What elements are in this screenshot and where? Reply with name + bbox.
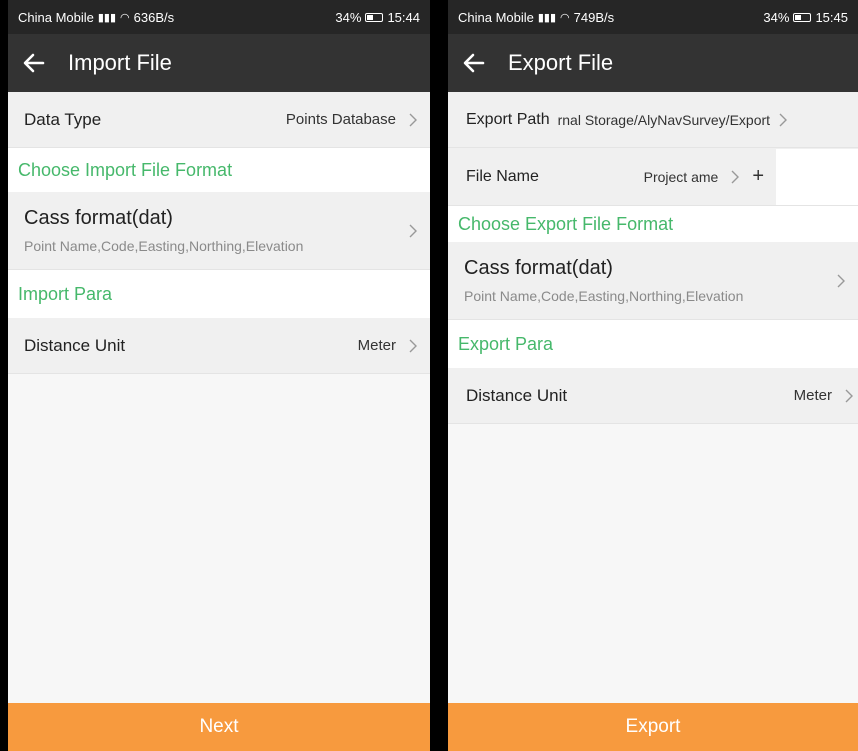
status-bar: China Mobile ▮▮▮ ◠ 636B/s 34% 15:44 (8, 0, 430, 34)
status-bar: China Mobile ▮▮▮ ◠ 749B/s 34% 15:45 (448, 0, 858, 34)
network-speed: 749B/s (573, 9, 615, 25)
format-fields: Point Name,Code,Easting,Northing,Elevati… (464, 288, 744, 304)
app-bar: Export File (448, 34, 858, 92)
export-screen: China Mobile ▮▮▮ ◠ 749B/s 34% 15:45 Expo… (448, 0, 858, 751)
clock: 15:45 (815, 9, 848, 25)
carrier-text: China Mobile (18, 9, 94, 25)
format-name: Cass format(dat) (24, 207, 173, 229)
format-section-header: Choose Import File Format (8, 148, 430, 192)
format-section-header: Choose Export File Format (448, 206, 858, 242)
distance-unit-label: Distance Unit (24, 335, 126, 355)
app-bar: Import File (8, 34, 430, 92)
chevron-right-icon (409, 339, 417, 352)
add-name-part-button[interactable]: + (752, 165, 764, 188)
distance-unit-row[interactable]: Distance Unit Meter (448, 368, 858, 424)
network-speed: 636B/s (133, 9, 175, 25)
carrier-text: China Mobile (458, 9, 534, 25)
format-fields: Point Name,Code,Easting,Northing,Elevati… (24, 238, 304, 254)
battery-percent: 34% (763, 9, 790, 25)
page-title: Import File (68, 50, 172, 75)
file-name-row: File Name Project ame + (448, 148, 858, 206)
signal-icon: ▮▮▮ (97, 11, 117, 24)
battery-icon (365, 12, 384, 22)
next-button[interactable]: Next (8, 703, 430, 751)
battery-icon (793, 12, 812, 22)
file-name-template[interactable]: Project ame (644, 169, 719, 185)
chevron-right-icon (845, 389, 853, 402)
back-arrow-icon[interactable] (462, 51, 486, 75)
wifi-icon: ◠ (560, 11, 570, 24)
format-row[interactable]: Cass format(dat) Point Name,Code,Easting… (448, 242, 858, 320)
export-button[interactable]: Export (448, 703, 858, 751)
chevron-right-icon (409, 113, 417, 126)
chevron-right-icon (837, 274, 845, 287)
file-name-input[interactable] (776, 148, 858, 205)
battery-percent: 34% (335, 9, 362, 25)
data-type-row[interactable]: Data Type Points Database (8, 92, 430, 148)
distance-unit-row[interactable]: Distance Unit Meter (8, 318, 430, 374)
format-row[interactable]: Cass format(dat) Point Name,Code,Easting… (8, 192, 430, 270)
data-type-value: Points Database (285, 111, 396, 128)
wifi-icon: ◠ (120, 11, 130, 24)
page-title: Export File (508, 50, 614, 75)
chevron-right-icon (779, 113, 788, 126)
clock: 15:44 (387, 9, 420, 25)
distance-unit-value: Meter (793, 387, 832, 404)
export-path-label: Export Path (466, 110, 550, 128)
distance-unit-label: Distance Unit (466, 385, 568, 405)
para-section-header: Import Para (8, 270, 430, 318)
file-name-label: File Name (466, 167, 539, 185)
distance-unit-value: Meter (357, 337, 396, 354)
chevron-right-icon[interactable] (730, 170, 740, 184)
signal-icon: ▮▮▮ (537, 11, 557, 24)
export-path-value: rnal Storage/AlyNavSurvey/Export (557, 111, 771, 128)
export-path-row[interactable]: Export Path rnal Storage/AlyNavSurvey/Ex… (448, 92, 858, 148)
data-type-label: Data Type (24, 109, 102, 129)
para-section-header: Export Para (448, 320, 858, 368)
back-arrow-icon[interactable] (22, 51, 46, 75)
format-name: Cass format(dat) (464, 257, 613, 279)
import-screen: China Mobile ▮▮▮ ◠ 636B/s 34% 15:44 Impo… (8, 0, 430, 751)
chevron-right-icon (409, 224, 417, 237)
